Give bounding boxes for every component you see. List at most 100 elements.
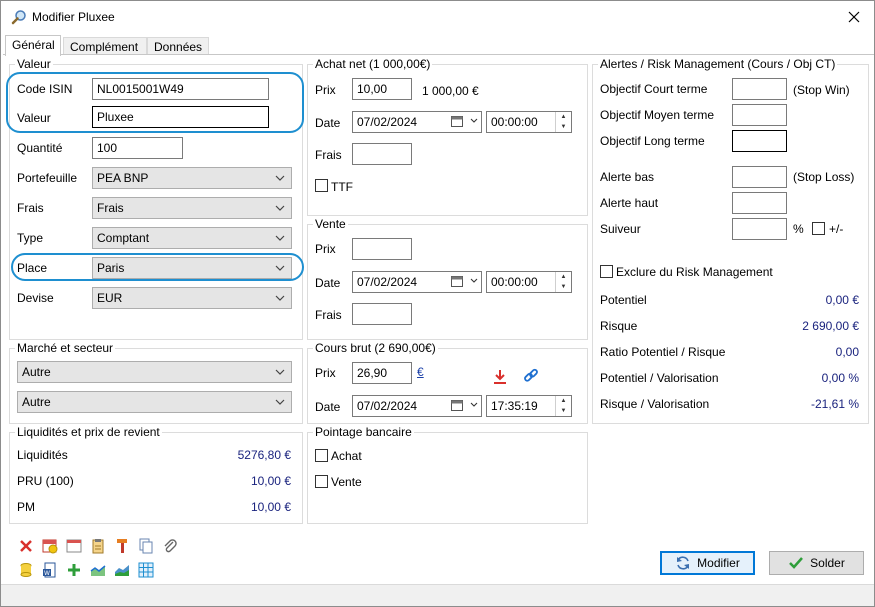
- secteur-select[interactable]: Autre: [17, 391, 292, 413]
- portefeuille-select[interactable]: PEA BNP: [92, 167, 292, 189]
- marche-group-title: Marché et secteur: [15, 341, 116, 355]
- download-icon[interactable]: [492, 369, 508, 385]
- currency-link[interactable]: €: [417, 365, 424, 379]
- delete-icon[interactable]: [18, 538, 34, 554]
- add-icon[interactable]: [66, 562, 82, 578]
- type-select[interactable]: Comptant: [92, 227, 292, 249]
- cours-time-input[interactable]: 17:35:19 ▲ ▼: [486, 395, 572, 417]
- alerte-haut-label: Alerte haut: [600, 196, 659, 210]
- clipboard-icon[interactable]: [90, 538, 106, 554]
- copy-icon[interactable]: [138, 538, 154, 554]
- link-icon[interactable]: [523, 368, 539, 384]
- frais-select[interactable]: Frais: [92, 197, 292, 219]
- exclure-checkbox[interactable]: [600, 265, 613, 278]
- chevron-down-icon: [470, 402, 478, 407]
- pointage-achat-label: Achat: [331, 449, 362, 463]
- obj-court-input[interactable]: [732, 78, 787, 100]
- checkmark-icon: [789, 557, 804, 569]
- tab-general[interactable]: Général: [5, 35, 61, 56]
- liquidites-group-title: Liquidités et prix de revient: [15, 425, 162, 439]
- calendar-money-icon[interactable]: [42, 538, 58, 554]
- achat-prix-label: Prix: [315, 83, 336, 97]
- solder-button[interactable]: Solder: [769, 551, 864, 575]
- achat-date-picker[interactable]: 07/02/2024: [352, 111, 482, 133]
- obj-moyen-input[interactable]: [732, 104, 787, 126]
- vente-date-picker[interactable]: 07/02/2024: [352, 271, 482, 293]
- cours-prix-input[interactable]: 26,90: [352, 362, 412, 384]
- liquidites-label: Liquidités: [17, 448, 68, 462]
- suiveur-input[interactable]: [732, 218, 787, 240]
- pointage-vente-checkbox[interactable]: [315, 475, 328, 488]
- pot-val-label: Potentiel / Valorisation: [600, 371, 719, 385]
- achat-date-label: Date: [315, 116, 341, 130]
- close-button[interactable]: [834, 1, 874, 33]
- pointage-group-title: Pointage bancaire: [313, 425, 414, 439]
- vente-prix-input[interactable]: [352, 238, 412, 260]
- modifier-button-label: Modifier: [697, 556, 740, 570]
- pru-value: 10,00 €: [250, 474, 291, 488]
- pot-val-value: 0,00 %: [821, 371, 859, 385]
- table-grid-icon[interactable]: [138, 562, 154, 578]
- solder-button-label: Solder: [810, 556, 845, 570]
- tab-complement[interactable]: Complément: [63, 37, 147, 55]
- cours-date-picker[interactable]: 07/02/2024: [352, 395, 482, 417]
- tab-donnees[interactable]: Données: [147, 37, 209, 55]
- pointage-vente-label: Vente: [331, 475, 362, 489]
- suiveur-plusminus-checkbox[interactable]: [812, 222, 825, 235]
- close-icon: [848, 11, 860, 23]
- cours-time-spinner[interactable]: ▲ ▼: [555, 396, 571, 416]
- pointage-achat-checkbox[interactable]: [315, 449, 328, 462]
- window-title: Modifier Pluxee: [32, 10, 115, 24]
- place-highlight-outline: [11, 253, 304, 281]
- risque-value: 2 690,00 €: [802, 319, 859, 333]
- achat-time-spinner[interactable]: ▲ ▼: [555, 112, 571, 132]
- risque-label: Risque: [600, 319, 638, 333]
- stop-win-label: (Stop Win): [793, 83, 850, 97]
- alerte-bas-input[interactable]: [732, 166, 787, 188]
- ttf-checkbox[interactable]: [315, 179, 328, 192]
- word-document-icon[interactable]: W: [42, 562, 58, 578]
- vente-frais-input[interactable]: [352, 303, 412, 325]
- vente-time-spinner[interactable]: ▲ ▼: [555, 272, 571, 292]
- cours-prix-label: Prix: [315, 366, 336, 380]
- chevron-down-icon: [275, 175, 285, 181]
- quantite-input[interactable]: 100: [92, 137, 183, 159]
- refresh-icon: [677, 556, 690, 570]
- portefeuille-label: Portefeuille: [17, 171, 78, 185]
- achat-time-input[interactable]: 00:00:00 ▲ ▼: [486, 111, 572, 133]
- alerte-haut-input[interactable]: [732, 192, 787, 214]
- achat-frais-input[interactable]: [352, 143, 412, 165]
- frais-select-value: Frais: [97, 201, 124, 215]
- portefeuille-select-value: PEA BNP: [97, 171, 149, 185]
- modifier-button[interactable]: Modifier: [660, 551, 755, 575]
- calendar-icon: [451, 400, 463, 411]
- tools-icon[interactable]: [114, 538, 130, 554]
- calendar-icon[interactable]: [66, 538, 82, 554]
- database-icon[interactable]: [18, 562, 34, 578]
- area-chart-icon[interactable]: [114, 562, 130, 578]
- risque-val-label: Risque / Valorisation: [600, 397, 710, 411]
- risque-val-value: -21,61 %: [810, 397, 859, 411]
- chevron-down-icon: [275, 399, 285, 405]
- line-chart-icon[interactable]: [90, 562, 106, 578]
- devise-select[interactable]: EUR: [92, 287, 292, 309]
- vente-date-label: Date: [315, 276, 341, 290]
- ratio-value: 0,00: [835, 345, 859, 359]
- liquidites-value: 5276,80 €: [237, 448, 291, 462]
- achat-prix-input[interactable]: 10,00: [352, 78, 412, 100]
- obj-long-input[interactable]: [732, 130, 787, 152]
- chevron-down-icon: [275, 369, 285, 375]
- svg-text:W: W: [44, 570, 50, 577]
- chevron-down-icon: [275, 295, 285, 301]
- title-bar: Modifier Pluxee: [1, 1, 874, 33]
- status-bar: [1, 584, 874, 606]
- vente-time-input[interactable]: 00:00:00 ▲ ▼: [486, 271, 572, 293]
- vente-date-value: 07/02/2024: [357, 275, 418, 289]
- devise-label: Devise: [17, 291, 54, 305]
- achat-group-title: Achat net (1 000,00€): [313, 57, 433, 71]
- marche-select[interactable]: Autre: [17, 361, 292, 383]
- cours-time-value: 17:35:19: [491, 399, 538, 413]
- chevron-down-icon: [275, 235, 285, 241]
- calendar-icon: [451, 276, 463, 287]
- paperclip-icon[interactable]: [162, 538, 178, 554]
